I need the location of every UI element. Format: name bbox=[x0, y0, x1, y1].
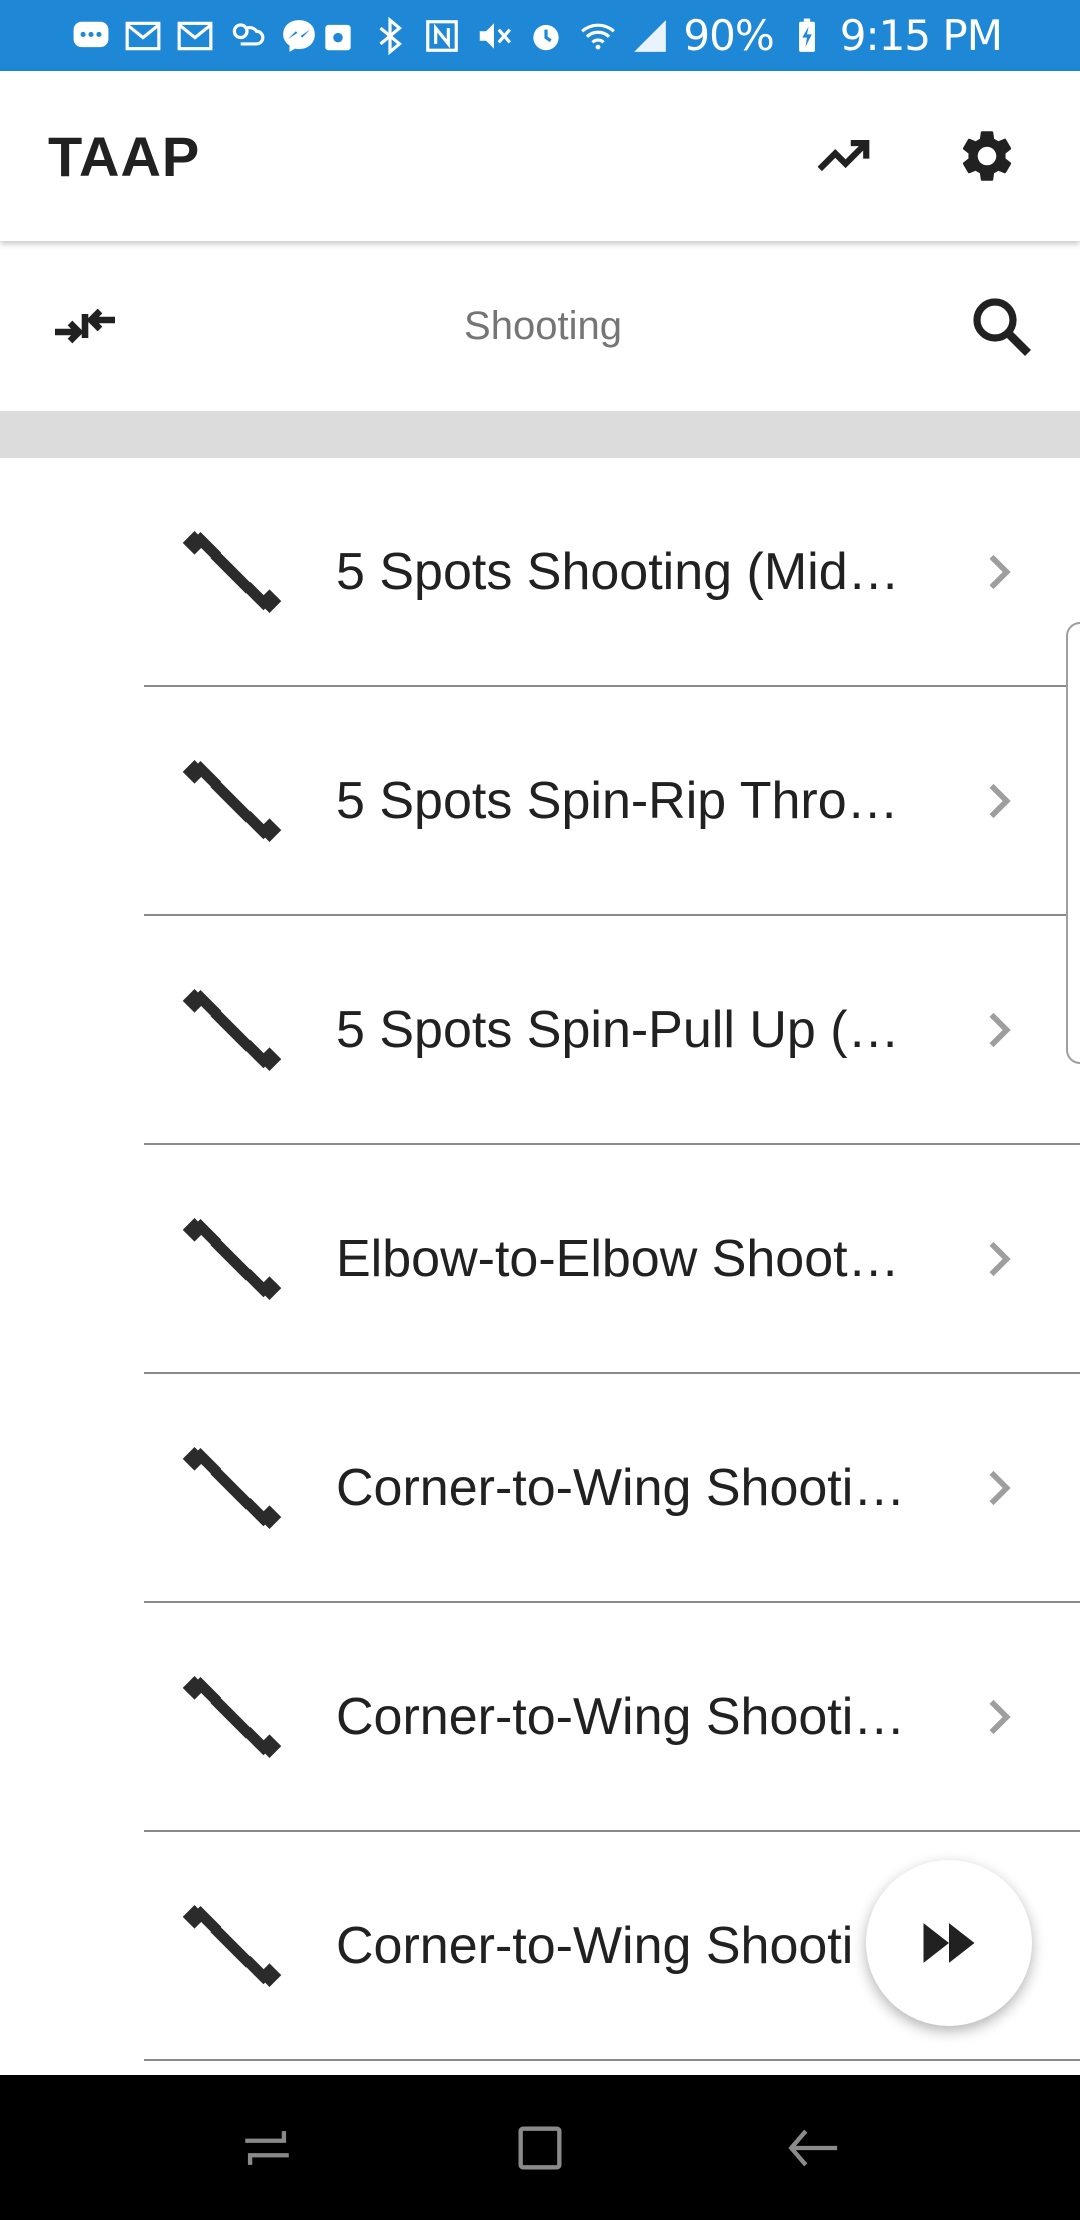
signal-icon bbox=[631, 17, 669, 55]
drill-name: Elbow-to-Elbow Shoot… bbox=[336, 1229, 900, 1288]
nfc-icon bbox=[423, 17, 461, 55]
home-button[interactable] bbox=[495, 2103, 585, 2193]
search-icon bbox=[973, 298, 1031, 356]
drill-name: Corner-to-Wing Shooti bbox=[336, 1916, 854, 1975]
drill-name: Corner-to-Wing Shooti… bbox=[336, 1687, 906, 1746]
notification-icons bbox=[72, 17, 318, 55]
recents-icon bbox=[244, 2130, 289, 2165]
list-item[interactable]: 5 Spots Spin-Pull Up (… bbox=[144, 916, 1080, 1145]
app-bar: TAAP bbox=[0, 71, 1080, 241]
chevron-right-icon bbox=[968, 1458, 1028, 1518]
dumbbell-icon bbox=[182, 1209, 282, 1309]
dumbbell-icon bbox=[182, 522, 282, 622]
wifi-icon bbox=[579, 17, 617, 55]
drill-name: 5 Spots Spin-Rip Thro… bbox=[336, 771, 899, 830]
home-icon bbox=[518, 2125, 562, 2170]
dumbbell-icon bbox=[182, 751, 282, 851]
list-item[interactable]: 5 Spots Spin-Rip Thro… bbox=[144, 687, 1080, 916]
system-status-icons: 90% 9:15 PM bbox=[319, 11, 1003, 60]
filter-bar: Shooting bbox=[0, 241, 1080, 411]
trending-up-button[interactable] bbox=[798, 111, 888, 201]
compress-arrows-icon bbox=[55, 308, 115, 344]
messenger-icon bbox=[280, 17, 318, 55]
mail-icon bbox=[176, 17, 214, 55]
settings-button[interactable] bbox=[942, 111, 1032, 201]
battery-icon bbox=[788, 17, 826, 55]
chevron-right-icon bbox=[968, 1687, 1028, 1747]
drill-name: 5 Spots Spin-Pull Up (… bbox=[336, 1000, 900, 1059]
drill-name: 5 Spots Shooting (Mid… bbox=[336, 542, 900, 601]
search-button[interactable] bbox=[956, 281, 1046, 371]
android-icon bbox=[319, 17, 357, 55]
chevron-right-icon bbox=[968, 1000, 1028, 1060]
app-title: TAAP bbox=[48, 124, 201, 188]
drill-list: 5 Spots Shooting (Mid… 5 Spots Spin-Rip … bbox=[0, 458, 1080, 2061]
back-icon bbox=[788, 2129, 838, 2166]
dumbbell-icon bbox=[182, 1896, 282, 1996]
category-filter-label[interactable]: Shooting bbox=[464, 304, 622, 349]
recents-button[interactable] bbox=[222, 2103, 312, 2193]
list-item[interactable]: Corner-to-Wing Shooti… bbox=[144, 1603, 1080, 1832]
collapse-button[interactable] bbox=[40, 281, 130, 371]
chat-bubble-icon bbox=[72, 17, 110, 55]
list-item[interactable]: Corner-to-Wing Shooti… bbox=[144, 1374, 1080, 1603]
weather-icon bbox=[228, 17, 266, 55]
fast-forward-icon bbox=[923, 1923, 975, 1963]
list-item[interactable]: 5 Spots Shooting (Mid… bbox=[144, 458, 1080, 687]
clock: 9:15 PM bbox=[839, 11, 1003, 60]
fast-forward-button[interactable] bbox=[866, 1860, 1032, 2026]
mail-icon bbox=[124, 17, 162, 55]
edge-panel-handle[interactable] bbox=[1066, 622, 1080, 1064]
system-nav-bar bbox=[0, 2075, 1080, 2220]
status-bar: 90% 9:15 PM bbox=[0, 0, 1080, 71]
back-button[interactable] bbox=[768, 2103, 858, 2193]
chevron-right-icon bbox=[968, 771, 1028, 831]
mute-icon bbox=[475, 17, 513, 55]
dumbbell-icon bbox=[182, 1667, 282, 1767]
dumbbell-icon bbox=[182, 1438, 282, 1538]
section-divider bbox=[0, 411, 1080, 458]
trending-up-icon bbox=[817, 139, 870, 172]
settings-gear-icon bbox=[962, 131, 1012, 181]
battery-percent: 90% bbox=[683, 11, 774, 60]
drill-name: Corner-to-Wing Shooti… bbox=[336, 1458, 906, 1517]
bluetooth-icon bbox=[371, 16, 409, 55]
alarm-icon bbox=[527, 17, 565, 55]
dumbbell-icon bbox=[182, 980, 282, 1080]
list-item[interactable]: Elbow-to-Elbow Shoot… bbox=[144, 1145, 1080, 1374]
chevron-right-icon bbox=[968, 1229, 1028, 1289]
chevron-right-icon bbox=[968, 542, 1028, 602]
